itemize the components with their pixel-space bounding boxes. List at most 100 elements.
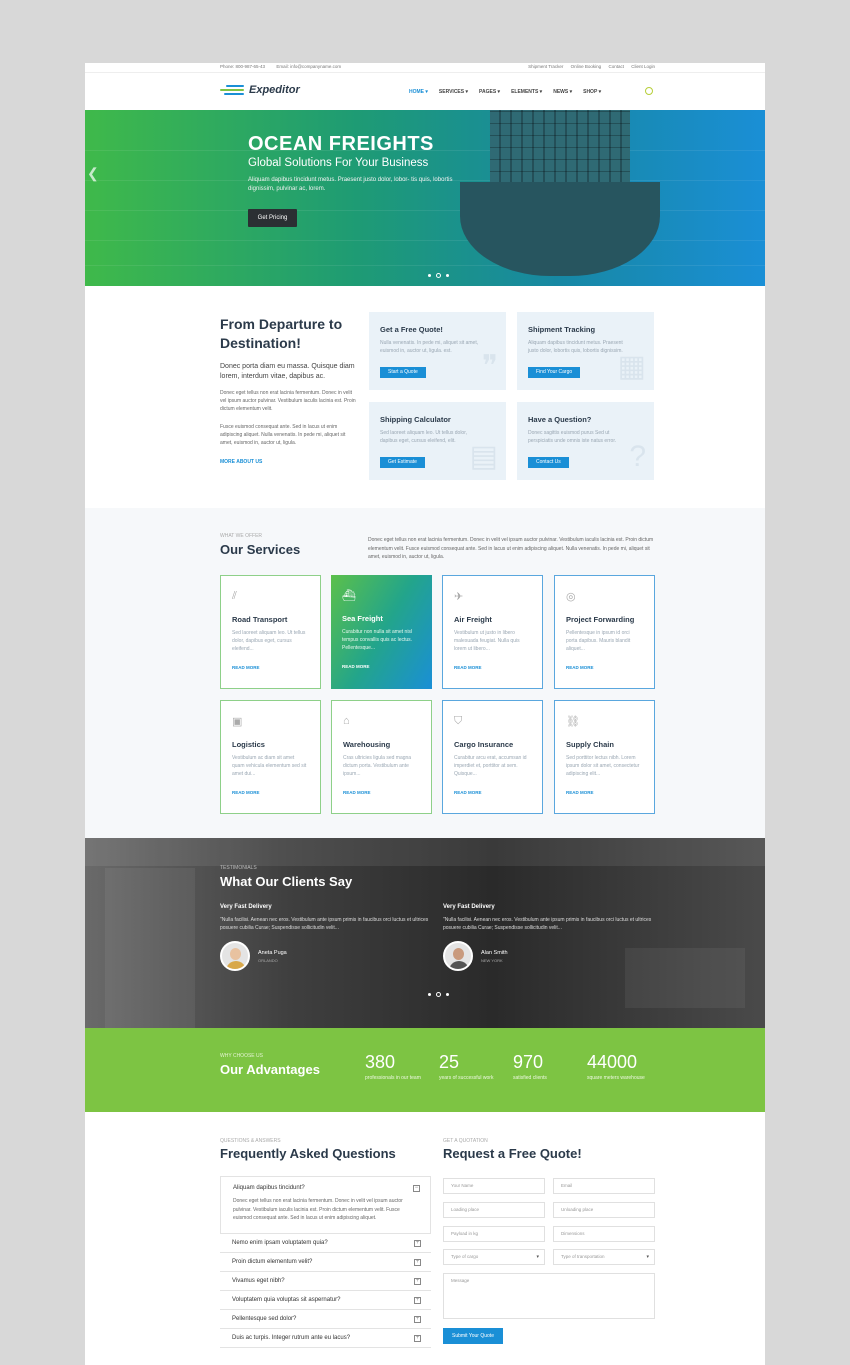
service-card-air-freight[interactable]: ✈ Air Freight Vestibulum ut justo in lib… [442, 575, 543, 689]
shield-icon: ⛉ [454, 715, 463, 727]
faq-item[interactable]: Nemo enim ipsam voluptatem quia? + [220, 1234, 431, 1253]
faq-label: QUESTIONS & ANSWERS [220, 1138, 281, 1144]
expand-icon[interactable]: + [414, 1335, 421, 1342]
get-pricing-button[interactable]: Get Pricing [248, 209, 297, 227]
nav-elements[interactable]: ELEMENTS ▾ [511, 89, 542, 95]
message-field[interactable]: Message [443, 1273, 655, 1319]
quote-title: Request a Free Quote! [443, 1146, 582, 1161]
search-icon[interactable] [645, 87, 653, 95]
globe-icon: ◎ [566, 591, 576, 603]
service-card-warehousing[interactable]: ⌂ Warehousing Cras ultricies ligula sed … [331, 700, 432, 814]
testimonials-title: What Our Clients Say [220, 874, 353, 889]
testimonial-dots[interactable] [425, 992, 451, 997]
contact-link[interactable]: Contact [608, 64, 624, 69]
start-quote-button[interactable]: Start a Quote [380, 367, 426, 378]
logo-text: Expeditor [249, 84, 300, 96]
transport-type-select[interactable]: Type of transportation [553, 1249, 655, 1265]
faq-item[interactable]: Pellentesque sed dolor? + [220, 1310, 431, 1329]
read-more-link[interactable]: READ MORE [232, 665, 260, 670]
service-card-supply-chain[interactable]: ⛓ Supply Chain Sed porttitor lectus nibh… [554, 700, 655, 814]
nav-pages[interactable]: PAGES ▾ [479, 89, 500, 95]
find-cargo-button[interactable]: Find Your Cargo [528, 367, 581, 378]
read-more-link[interactable]: READ MORE [566, 665, 594, 670]
service-text: Sed porttitor lectus nibh. Lorem ipsum d… [566, 755, 640, 777]
loading-place-field[interactable]: Loading place [443, 1202, 545, 1218]
stat-years: 25 years of successful work [439, 1052, 494, 1081]
service-text: Cras ultricies ligula sed magna dictum p… [343, 755, 412, 777]
chain-icon: ⛓ [566, 716, 580, 728]
service-title: Road Transport [232, 615, 288, 624]
read-more-link[interactable]: READ MORE [342, 664, 370, 669]
departure-lead: Donec porta diam eu massa. Quisque diam … [220, 363, 355, 381]
road-icon: ⫽ [232, 590, 237, 602]
faq-item[interactable]: Voluptatem quia voluptas sit aspernatur?… [220, 1291, 431, 1310]
slider-prev-arrow-icon[interactable]: ❮ [87, 165, 99, 182]
expand-icon[interactable]: + [414, 1278, 421, 1285]
shipment-tracker-link[interactable]: Shipment Tracker [528, 64, 563, 69]
service-card-logistics[interactable]: ▣ Logistics Vestibulum ac diam sit amet … [220, 700, 321, 814]
client-login-link[interactable]: Client Login [631, 64, 655, 69]
cargo-type-select[interactable]: Type of cargo [443, 1249, 545, 1265]
submit-quote-button[interactable]: Submit Your Quote [443, 1328, 503, 1344]
plane-icon: ✈ [454, 591, 464, 603]
services-intro: Donec eget tellus non erat lacinia ferme… [368, 537, 654, 560]
service-title: Logistics [232, 740, 265, 749]
nav-news[interactable]: NEWS ▾ [553, 89, 572, 95]
expand-icon[interactable]: + [414, 1297, 421, 1304]
read-more-link[interactable]: READ MORE [454, 665, 482, 670]
logo[interactable]: Expeditor [220, 84, 300, 96]
email-field[interactable]: Email [553, 1178, 655, 1194]
read-more-link[interactable]: READ MORE [232, 790, 260, 795]
faq-item[interactable]: Proin dictum elementum velit? + [220, 1253, 431, 1272]
faq-item[interactable]: Duis ac turpis. Integer rutrum ante eu l… [220, 1329, 431, 1348]
faq-item[interactable]: Vivamus eget nibh? + [220, 1272, 431, 1291]
unloading-place-field[interactable]: Unloading place [553, 1202, 655, 1218]
nav-services[interactable]: SERVICES ▾ [439, 89, 468, 95]
ship-icon: ⛴ [342, 590, 356, 602]
dimensions-field[interactable]: Dimensions [553, 1226, 655, 1242]
name-field[interactable]: Your Name [443, 1178, 545, 1194]
service-text: Vestibulum ut justo in libero malesuada … [454, 630, 520, 652]
quote-marks-icon: ❞ [481, 350, 498, 383]
service-card-road-transport[interactable]: ⫽ Road Transport Sed laoreet aliquam leo… [220, 575, 321, 689]
shipping-calculator-box: ▤ Shipping Calculator Sed laoreet aliqua… [369, 402, 506, 480]
expand-icon[interactable]: + [414, 1316, 421, 1323]
avatar [220, 941, 250, 971]
get-estimate-button[interactable]: Get Estimate [380, 457, 425, 468]
phone-info: Phone: 800-987-65-43 [220, 64, 266, 69]
payload-field[interactable]: Payload in kg [443, 1226, 545, 1242]
email-info[interactable]: Email: info@companyname.com [276, 64, 341, 69]
faq-item-open[interactable]: Aliquam dapibus tincidunt? − Donec eget … [220, 1176, 431, 1234]
nav-home[interactable]: HOME ▾ [409, 89, 428, 95]
shipment-tracking-box: ▦ Shipment Tracking Aliquam dapibus tinc… [517, 312, 654, 390]
read-more-link[interactable]: READ MORE [343, 790, 371, 795]
service-card-project-forwarding[interactable]: ◎ Project Forwarding Pellentesque in ips… [554, 575, 655, 689]
service-card-cargo-insurance[interactable]: ⛉ Cargo Insurance Curabitur arcu erat, a… [442, 700, 543, 814]
expand-icon[interactable]: + [414, 1240, 421, 1247]
question-icon: ? [629, 440, 646, 473]
advantages-section: WHY CHOOSE US Our Advantages 380 professi… [85, 1028, 765, 1112]
top-bar: Phone: 800-987-65-43 Email: info@company… [85, 63, 765, 72]
free-quote-box: ❞ Get a Free Quote! Nulla venenatis. In … [369, 312, 506, 390]
service-text: Sed laoreet aliquam leo. Ut tellus dolor… [232, 630, 306, 652]
stat-clients: 970 satisfied clients [513, 1052, 547, 1081]
testimonial-heading: Very Fast Delivery [443, 904, 495, 910]
online-booking-link[interactable]: Online Booking [571, 64, 602, 69]
free-quote-text: Nulla venenatis. In pede mi, aliquet sit… [380, 340, 479, 354]
nav-shop[interactable]: SHOP ▾ [583, 89, 601, 95]
more-about-us-link[interactable]: MORE ABOUT US [220, 459, 262, 465]
site-header: Expeditor HOME ▾ SERVICES ▾ PAGES ▾ ELEM… [85, 72, 765, 110]
question-text: Donec sagittis euismod purus Sed ut pers… [528, 430, 617, 444]
collapse-icon[interactable]: − [413, 1185, 420, 1192]
service-text: Vestibulum ac diam sit amet quam vehicul… [232, 755, 307, 777]
expand-icon[interactable]: + [414, 1259, 421, 1266]
warehouse-icon: ⌂ [343, 715, 350, 727]
service-card-sea-freight[interactable]: ⛴ Sea Freight Curabitur non nulla sit am… [331, 575, 432, 689]
read-more-link[interactable]: READ MORE [566, 790, 594, 795]
shipment-tracking-title: Shipment Tracking [528, 325, 596, 334]
contact-us-button[interactable]: Contact Us [528, 457, 569, 468]
read-more-link[interactable]: READ MORE [454, 790, 482, 795]
slider-dots[interactable] [425, 273, 451, 278]
logistics-icon: ▣ [232, 716, 243, 728]
avatar [443, 941, 473, 971]
